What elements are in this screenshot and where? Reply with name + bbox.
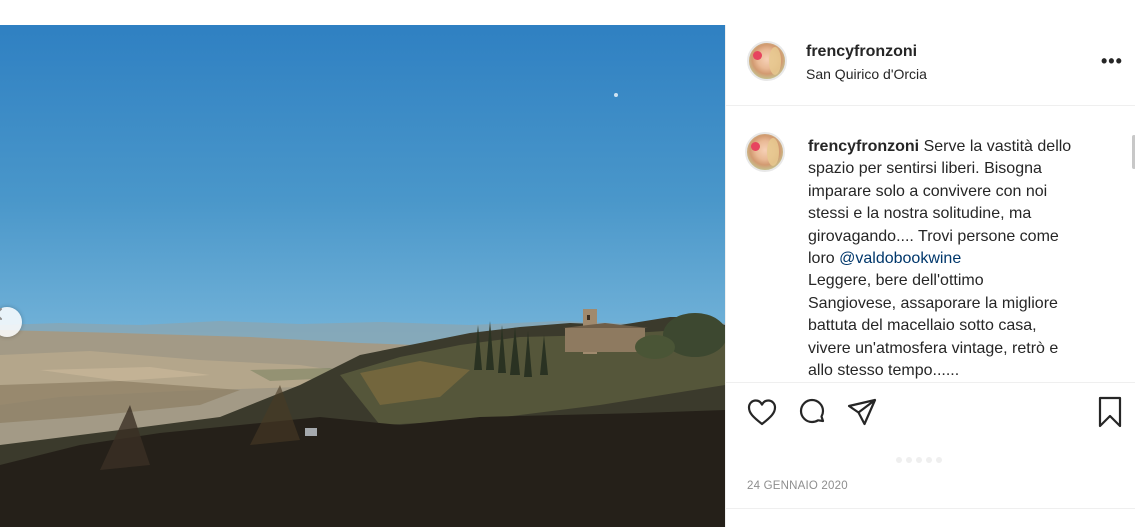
post-caption: frencyfronzoni Serve la vastità dello sp… [808, 136, 1098, 382]
like-button[interactable] [746, 395, 778, 429]
save-button[interactable] [1094, 395, 1126, 429]
header-location[interactable]: San Quirico d'Orcia [806, 66, 927, 82]
paper-plane-icon [847, 398, 877, 426]
caption-username[interactable]: frencyfronzoni [808, 138, 919, 155]
carousel-dot [926, 457, 932, 463]
action-bar [726, 395, 1135, 435]
bookmark-icon [1098, 396, 1122, 428]
carousel-indicator [896, 450, 956, 463]
more-options-icon[interactable]: ••• [1101, 51, 1123, 72]
carousel-dot [906, 457, 912, 463]
post-sidebar: frencyfronzoni San Quirico d'Orcia ••• f… [725, 25, 1135, 527]
caption-text-part2: Leggere, bere dell'ottimo Sangiovese, as… [808, 272, 1059, 380]
avatar[interactable] [747, 41, 787, 81]
caption-avatar[interactable] [745, 132, 785, 172]
comments-section: frencyfronzoni Serve la vastità dello sp… [726, 106, 1135, 383]
carousel-dot [936, 457, 942, 463]
chevron-left-icon [0, 308, 2, 320]
post-photo[interactable] [0, 25, 725, 527]
caption-mention-link[interactable]: @valdobookwine [839, 250, 961, 267]
post-header: frencyfronzoni San Quirico d'Orcia ••• [726, 25, 1135, 106]
heart-icon [747, 399, 777, 426]
comment-icon [799, 398, 825, 424]
header-username[interactable]: frencyfronzoni [806, 43, 917, 61]
divider [726, 508, 1135, 509]
landscape-illustration [0, 309, 725, 527]
caption-text-part1: Serve la vastità dello spazio per sentir… [808, 138, 1072, 268]
top-bar-space [0, 0, 1135, 25]
share-button[interactable] [846, 395, 878, 429]
post-date[interactable]: 24 GENNAIO 2020 [747, 480, 848, 492]
carousel-dot [916, 457, 922, 463]
comment-button[interactable] [796, 395, 828, 429]
carousel-dot [896, 457, 902, 463]
